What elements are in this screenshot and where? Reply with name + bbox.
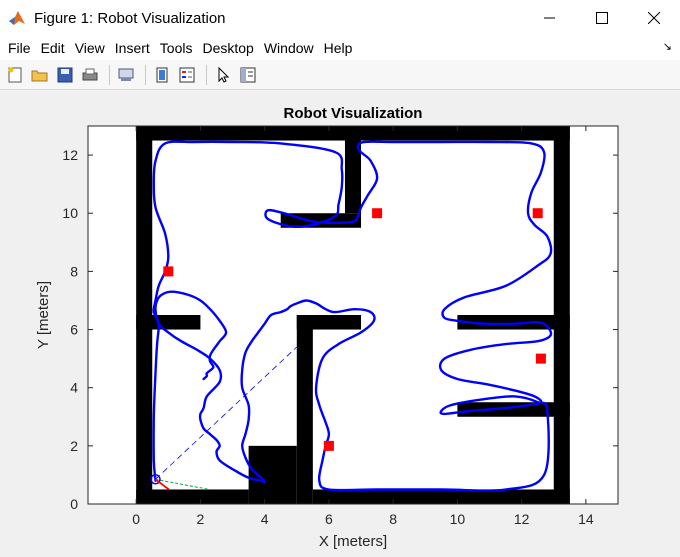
link-plot-icon bbox=[118, 68, 134, 81]
link-plot-button[interactable] bbox=[115, 64, 137, 86]
matlab-logo-icon bbox=[9, 11, 25, 25]
window-title: Figure 1: Robot Visualization bbox=[34, 9, 226, 27]
toolbar-separator bbox=[109, 64, 110, 85]
x-tick-label: 0 bbox=[132, 511, 140, 527]
open-file-icon bbox=[31, 70, 48, 81]
minimize-icon bbox=[544, 17, 555, 19]
y-tick-label: 0 bbox=[70, 496, 78, 512]
wall-segment bbox=[312, 489, 570, 504]
y-tick-label: 8 bbox=[70, 263, 78, 279]
window-titlebar: Figure 1: Robot Visualization bbox=[0, 0, 680, 36]
x-tick-label: 6 bbox=[325, 511, 333, 527]
menu-bar: File Edit View Insert Tools Desktop Wind… bbox=[0, 36, 680, 60]
new-figure-icon bbox=[8, 67, 22, 82]
close-button[interactable] bbox=[628, 0, 680, 36]
maximize-button[interactable] bbox=[576, 0, 628, 36]
figure-canvas: 0 2 4 6 8 10 12 14 0 2 4 6 8 10 12 Robot Visualizatio… bbox=[0, 91, 680, 557]
colorbar-icon bbox=[156, 67, 168, 82]
x-tick-label: 12 bbox=[514, 511, 530, 527]
toolbar bbox=[0, 60, 680, 90]
waypoint-marker bbox=[535, 353, 546, 364]
save-button[interactable] bbox=[54, 64, 76, 86]
wall-segment bbox=[344, 126, 362, 214]
legend-icon bbox=[179, 67, 195, 82]
waypoint-marker bbox=[163, 266, 174, 277]
y-tick-label: 4 bbox=[70, 380, 78, 396]
wall-segment bbox=[296, 315, 362, 330]
robot-visualization-plot[interactable]: 0 2 4 6 8 10 12 14 0 2 4 6 8 10 12 Robot Visualizatio… bbox=[0, 91, 680, 557]
maximize-icon bbox=[596, 12, 608, 24]
y-axis-label: Y [meters] bbox=[35, 281, 52, 349]
open-file-button[interactable] bbox=[29, 64, 51, 86]
wall-segment bbox=[248, 445, 297, 504]
wall-segment bbox=[136, 489, 249, 504]
toolbar-separator bbox=[206, 64, 207, 85]
print-button[interactable] bbox=[79, 64, 101, 86]
y-tick-label: 10 bbox=[62, 205, 78, 221]
chart-title: Robot Visualization bbox=[284, 105, 423, 122]
colorbar-button[interactable] bbox=[151, 64, 173, 86]
wall-segment bbox=[296, 315, 313, 504]
menu-edit[interactable]: Edit bbox=[36, 40, 70, 56]
y-tick-label: 6 bbox=[70, 322, 78, 338]
menu-help[interactable]: Help bbox=[319, 40, 358, 56]
property-inspector-icon bbox=[240, 67, 256, 82]
waypoint-marker bbox=[323, 440, 334, 451]
y-tick-label: 12 bbox=[62, 147, 78, 163]
pointer-icon bbox=[218, 66, 230, 83]
x-tick-label: 10 bbox=[450, 511, 466, 527]
waypoint-marker bbox=[372, 208, 383, 219]
x-tick-label: 8 bbox=[389, 511, 397, 527]
waypoint-marker bbox=[532, 208, 543, 219]
print-icon bbox=[82, 68, 98, 80]
menu-view[interactable]: View bbox=[70, 40, 110, 56]
x-tick-label: 4 bbox=[261, 511, 269, 527]
dock-arrow-icon[interactable]: ↘ bbox=[663, 40, 672, 53]
menu-tools[interactable]: Tools bbox=[155, 40, 198, 56]
menu-window[interactable]: Window bbox=[259, 40, 319, 56]
y-tick-label: 2 bbox=[70, 438, 78, 454]
menu-file[interactable]: File bbox=[0, 40, 36, 56]
pointer-button[interactable] bbox=[212, 64, 234, 86]
close-icon bbox=[648, 12, 660, 24]
wall-segment bbox=[136, 315, 201, 330]
x-tick-label: 2 bbox=[197, 511, 205, 527]
new-figure-button[interactable] bbox=[4, 64, 26, 86]
x-axis-label: X [meters] bbox=[319, 533, 387, 550]
menu-insert[interactable]: Insert bbox=[110, 40, 155, 56]
minimize-button[interactable] bbox=[524, 0, 576, 36]
save-icon bbox=[57, 67, 73, 82]
property-inspector-button[interactable] bbox=[237, 64, 259, 86]
legend-button[interactable] bbox=[176, 64, 198, 86]
x-tick-label: 14 bbox=[578, 511, 594, 527]
menu-desktop[interactable]: Desktop bbox=[197, 40, 258, 56]
toolbar-separator bbox=[145, 64, 146, 85]
